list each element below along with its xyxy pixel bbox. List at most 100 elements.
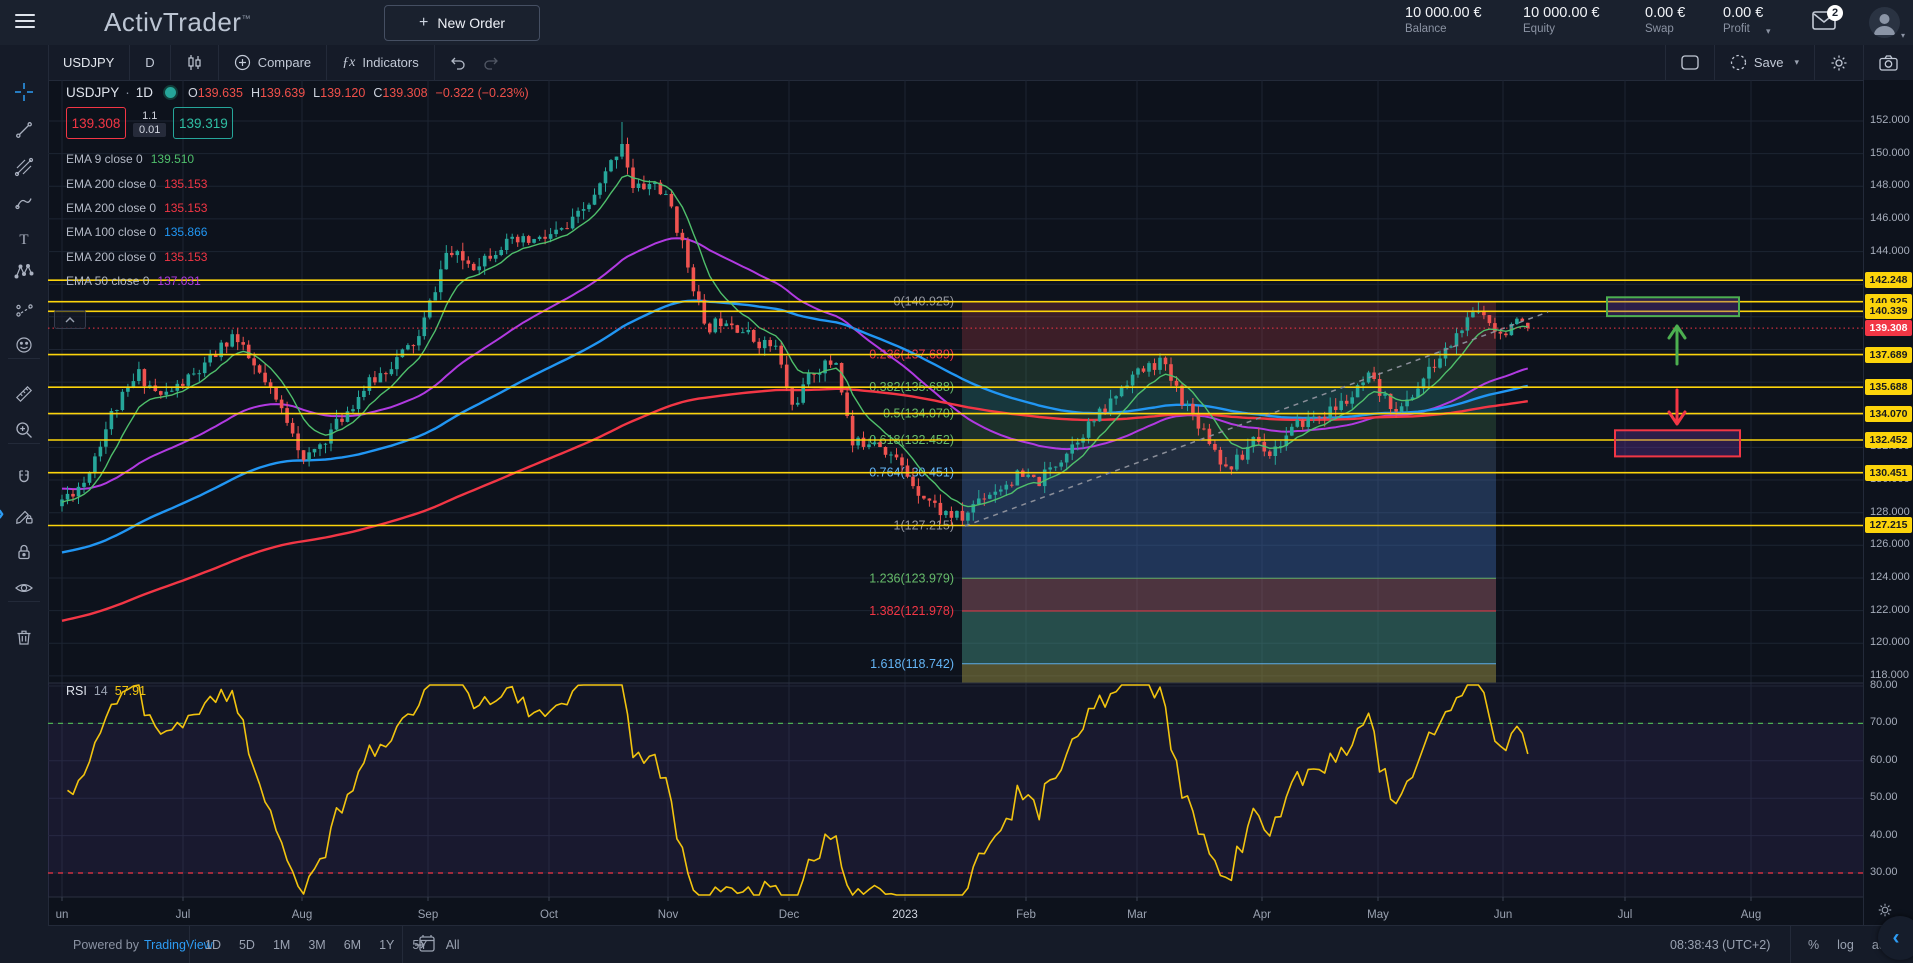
indicator-legend-row[interactable]: EMA 200 close 0135.153: [66, 171, 529, 195]
compare-button[interactable]: Compare: [219, 45, 326, 80]
rsi-axis-label: 70.00: [1870, 716, 1898, 728]
layout-select-button[interactable]: [1666, 45, 1714, 80]
up-arrow: [1669, 326, 1685, 364]
price-level-badge: 130.451: [1865, 465, 1912, 481]
drawing-lock-tool-icon[interactable]: [10, 502, 38, 530]
forecast-tool-icon[interactable]: [10, 296, 38, 324]
price-axis-label: 120.000: [1870, 636, 1910, 648]
time-axis-label: Aug: [1741, 909, 1761, 921]
camera-icon: [1879, 55, 1898, 71]
axis-settings-icon[interactable]: [1877, 902, 1893, 918]
bottom-toolbar: Powered by TradingView 1D5D1M3M6M1Y5YAll…: [48, 925, 1913, 963]
time-axis-label: Jun: [1494, 909, 1513, 921]
market-status-icon[interactable]: [163, 85, 178, 100]
snapshot-button[interactable]: [1864, 45, 1913, 80]
account-stat-profit: 0.00 €Profit: [1723, 5, 1763, 35]
account-dropdown-caret-icon[interactable]: ▾: [1901, 31, 1905, 40]
cloud-save-icon: [1730, 54, 1747, 71]
menu-icon[interactable]: [15, 14, 35, 30]
price-axis-label: 122.000: [1870, 604, 1910, 616]
emoji-tool-icon[interactable]: [10, 331, 38, 359]
chart-area[interactable]: 0(140.925)0.236(137.689)0.382(135.688)0.…: [48, 80, 1863, 925]
time-axis-label: Jul: [176, 909, 191, 921]
new-order-button[interactable]: + New Order: [384, 5, 540, 41]
messages-badge: 2: [1827, 5, 1843, 21]
crosshair-tool-icon[interactable]: [10, 78, 38, 106]
price-level-badge: 134.070: [1865, 406, 1912, 422]
hide-drawings-eye-icon[interactable]: [10, 574, 38, 602]
save-caret-icon: ▾: [1794, 57, 1799, 68]
price-axis-label: 146.000: [1870, 212, 1910, 224]
legend-symbol[interactable]: USDJPY: [66, 85, 119, 100]
buy-price-button[interactable]: 139.319: [173, 107, 233, 139]
trend-line-tool-icon[interactable]: [10, 116, 38, 144]
range-button-1d[interactable]: 1D: [196, 934, 230, 956]
legend-collapse-button[interactable]: [54, 310, 86, 329]
rsi-axis-label: 60.00: [1870, 754, 1898, 766]
svg-text:T: T: [19, 232, 28, 248]
undo-button[interactable]: [435, 45, 481, 80]
interval-button[interactable]: D: [130, 45, 169, 80]
redo-button[interactable]: [481, 45, 514, 80]
account-avatar[interactable]: [1869, 7, 1900, 38]
range-button-3m[interactable]: 3M: [299, 934, 334, 956]
gann-fib-tool-icon[interactable]: [10, 153, 38, 181]
price-level-badge: 132.452: [1865, 432, 1912, 448]
candles-icon: [186, 54, 203, 71]
top-bar: ActivTrader™ + New Order 10 000.00 €Bala…: [0, 0, 1913, 45]
indicator-legend-row[interactable]: EMA 100 close 0135.866: [66, 220, 529, 244]
price-axis[interactable]: 152.000150.000148.000146.000144.000132.0…: [1863, 80, 1913, 925]
time-axis-label: Mar: [1127, 909, 1147, 921]
expand-panel-chevron[interactable]: ›: [0, 500, 4, 526]
range-button-1y[interactable]: 1Y: [370, 934, 403, 956]
indicators-button[interactable]: ƒx Indicators: [327, 45, 434, 80]
price-level-badge: 127.215: [1865, 517, 1912, 533]
time-axis-label: Oct: [540, 909, 559, 921]
rsi-axis-label: 80.00: [1870, 679, 1898, 691]
measure-tool-icon[interactable]: [10, 380, 38, 408]
symbol-search-button[interactable]: USDJPY: [48, 45, 129, 80]
percent-scale-button[interactable]: %: [1808, 938, 1819, 952]
range-button-1m[interactable]: 1M: [264, 934, 299, 956]
profit-dropdown-caret-icon[interactable]: ▾: [1766, 26, 1771, 37]
rsi-axis-label: 40.00: [1870, 829, 1898, 841]
legend-ohlc: O139.635H139.639L139.120C139.308: [188, 86, 428, 100]
drawing-toolbar: T: [0, 45, 49, 963]
account-stat-equity: 10 000.00 €Equity: [1523, 5, 1600, 35]
range-button-all[interactable]: All: [437, 934, 469, 956]
fib-level-label: 1.236(123.979): [869, 571, 954, 585]
price-level-badge: 135.688: [1865, 379, 1912, 395]
chart-settings-button[interactable]: [1815, 45, 1863, 80]
remove-drawings-trash-icon[interactable]: [10, 623, 38, 651]
range-button-6m[interactable]: 6M: [335, 934, 370, 956]
time-axis-label: Nov: [658, 909, 679, 921]
text-tool-icon[interactable]: T: [10, 225, 38, 253]
time-axis-label: May: [1367, 909, 1389, 921]
activtrader-app: ActivTrader™ + New Order 10 000.00 €Bala…: [0, 0, 1913, 963]
indicator-legend-row[interactable]: EMA 9 close 0139.510: [66, 147, 529, 171]
indicator-legend-row[interactable]: EMA 200 close 0135.153: [66, 245, 529, 269]
rsi-legend: RSI 14 57.91: [66, 684, 146, 698]
time-axis-label: Aug: [292, 909, 312, 921]
magnet-tool-icon[interactable]: [10, 464, 38, 492]
go-to-date-button[interactable]: [414, 934, 435, 954]
price-axis-label: 152.000: [1870, 114, 1910, 126]
spread-display: 1.1 0.01: [133, 110, 166, 137]
time-axis-label: Jul: [1618, 909, 1633, 921]
log-scale-button[interactable]: log: [1837, 938, 1854, 952]
lock-tool-icon[interactable]: [10, 538, 38, 566]
xabcd-pattern-tool-icon[interactable]: [10, 258, 38, 286]
sell-price-button[interactable]: 139.308: [66, 107, 126, 139]
range-button-5d[interactable]: 5D: [230, 934, 264, 956]
legend-interval[interactable]: 1D: [136, 85, 153, 100]
zoom-in-tool-icon[interactable]: [10, 416, 38, 444]
chart-legend: USDJPY · 1D O139.635H139.639L139.120C139…: [66, 85, 529, 293]
clock[interactable]: 08:38:43 (UTC+2): [1670, 926, 1770, 963]
indicator-legend-list: EMA 9 close 0139.510EMA 200 close 0135.1…: [66, 147, 529, 293]
price-level-badge: 137.689: [1865, 347, 1912, 363]
save-layout-button[interactable]: Save ▾: [1715, 45, 1814, 80]
indicator-legend-row[interactable]: EMA 50 close 0137.031: [66, 269, 529, 293]
indicator-legend-row[interactable]: EMA 200 close 0135.153: [66, 196, 529, 220]
brush-tool-icon[interactable]: [10, 189, 38, 217]
chart-style-button[interactable]: [171, 45, 218, 80]
